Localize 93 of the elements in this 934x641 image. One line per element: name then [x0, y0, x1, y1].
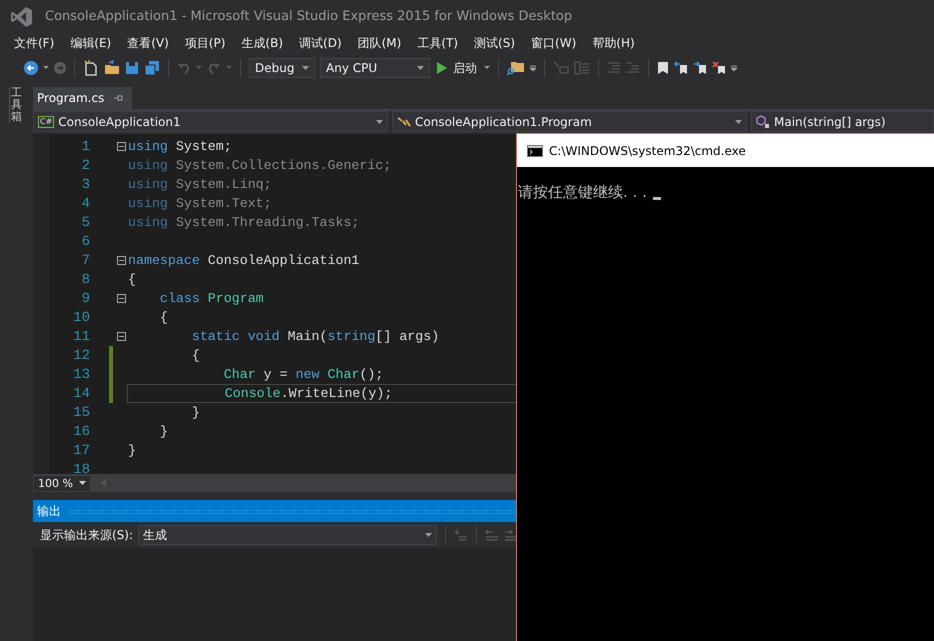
- dropdown-arrow-icon[interactable]: [43, 66, 49, 70]
- line-number: 15: [72, 404, 90, 420]
- code-line: static void Main(string[] args): [190, 328, 440, 346]
- code-line: Char y = new Char();: [222, 366, 384, 384]
- line-number: 2: [80, 158, 90, 174]
- code-line: using System.Text;: [128, 195, 272, 213]
- menu-item[interactable]: 项目(P): [176, 34, 234, 52]
- open-folder-icon[interactable]: [104, 60, 120, 76]
- code-line: {: [128, 271, 136, 289]
- line-number: 11: [72, 328, 90, 344]
- menu-item[interactable]: 调试(D): [291, 34, 350, 52]
- menu-item[interactable]: 窗口(W): [523, 34, 584, 52]
- console-output: 请按任意键继续. . .: [518, 183, 647, 202]
- collapse-icon[interactable]: [116, 256, 126, 265]
- document-tab[interactable]: Program.cs: [33, 87, 132, 109]
- window-title: ConsoleApplication1 - Microsoft Visual Studio Express 2015 for Windows Desktop: [45, 9, 572, 24]
- collapse-icon[interactable]: [116, 142, 126, 151]
- caret-icon: [735, 120, 742, 124]
- line-number: 7: [80, 252, 90, 268]
- language-badge: C#: [38, 116, 54, 128]
- code-line: class Program: [158, 290, 264, 308]
- line-number: 4: [80, 196, 90, 212]
- new-project-icon[interactable]: [83, 60, 99, 76]
- line-number: 1: [80, 138, 90, 154]
- next-message-icon[interactable]: [504, 528, 518, 542]
- line-number: 5: [80, 214, 90, 230]
- caret-icon: [376, 120, 383, 124]
- code-line: }: [190, 404, 200, 422]
- project-dropdown[interactable]: C# ConsoleApplication1: [33, 111, 388, 132]
- output-source-dropdown[interactable]: 生成: [138, 525, 438, 545]
- collapse-icon[interactable]: [116, 332, 126, 341]
- platform-dropdown[interactable]: Any CPU: [320, 58, 430, 78]
- clear-bookmarks-icon[interactable]: [712, 61, 726, 75]
- code-line: namespace ConsoleApplication1: [128, 252, 360, 270]
- line-number: 14: [72, 386, 90, 402]
- panel-title: 输出: [37, 502, 61, 520]
- start-button[interactable]: 启动: [435, 60, 479, 76]
- overflow-icon[interactable]: [731, 65, 737, 71]
- menu-item[interactable]: 帮助(H): [584, 34, 643, 52]
- caret-icon: [425, 533, 432, 537]
- line-number: 6: [80, 234, 90, 250]
- source-label: 显示输出来源(S):: [40, 526, 134, 544]
- menu-item[interactable]: 文件(F): [6, 34, 62, 52]
- overflow-icon[interactable]: [530, 65, 536, 71]
- back-icon[interactable]: [24, 61, 38, 75]
- zoom-dropdown[interactable]: 100 %: [33, 474, 91, 492]
- find-in-folder-icon[interactable]: [507, 60, 525, 76]
- previous-bookmark-icon[interactable]: [674, 61, 688, 75]
- line-number: 12: [72, 348, 90, 364]
- caret-icon: [417, 66, 424, 70]
- menu-item[interactable]: 查看(V): [119, 34, 177, 52]
- line-number: 3: [80, 176, 90, 192]
- text-cursor: [652, 197, 661, 200]
- code-line: using System;: [128, 138, 232, 156]
- code-line: }: [158, 423, 168, 441]
- line-number: 8: [80, 272, 90, 288]
- line-number: 9: [80, 290, 90, 306]
- toolbox-tab[interactable]: 工具箱: [9, 87, 22, 124]
- logo-icon: [11, 6, 33, 28]
- console-icon: [527, 144, 543, 156]
- line-number: 16: [72, 424, 90, 440]
- save-icon[interactable]: [125, 61, 139, 75]
- menu-item[interactable]: 生成(B): [233, 34, 292, 52]
- class-icon: [397, 116, 411, 128]
- code-line: {: [158, 309, 168, 327]
- line-number: 18: [72, 462, 90, 474]
- play-icon: [437, 62, 447, 74]
- code-line: using System.Threading.Tasks;: [128, 214, 360, 232]
- bookmark-icon[interactable]: [657, 61, 669, 75]
- next-bookmark-icon[interactable]: [693, 61, 707, 75]
- code-line: using System.Collections.Generic;: [128, 157, 392, 175]
- line-number: 17: [72, 442, 90, 458]
- pin-icon[interactable]: [114, 94, 124, 102]
- code-line: }: [128, 442, 136, 460]
- member-dropdown[interactable]: Main(string[] args): [751, 111, 934, 132]
- console-title: C:\WINDOWS\system32\cmd.exe: [549, 144, 746, 158]
- dropdown-arrow-icon[interactable]: [484, 66, 490, 70]
- code-line: {: [190, 347, 200, 365]
- caret-icon: [79, 481, 86, 485]
- line-number: 13: [72, 366, 90, 382]
- caret-icon: [302, 66, 309, 70]
- save-all-icon[interactable]: [144, 60, 160, 76]
- menu-item[interactable]: 团队(M): [350, 34, 410, 52]
- line-number: 10: [72, 310, 90, 326]
- configuration-dropdown[interactable]: Debug: [249, 58, 315, 78]
- method-icon: [756, 114, 770, 128]
- menu-item[interactable]: 工具(T): [409, 34, 466, 52]
- collapse-icon[interactable]: [116, 294, 126, 303]
- code-line: using System.Linq;: [128, 176, 272, 194]
- type-dropdown[interactable]: ConsoleApplication1.Program: [392, 111, 747, 132]
- code-line: Console.WriteLine(y);: [224, 385, 392, 403]
- menu-item[interactable]: 测试(S): [466, 34, 524, 52]
- menu-item[interactable]: 编辑(E): [62, 34, 120, 52]
